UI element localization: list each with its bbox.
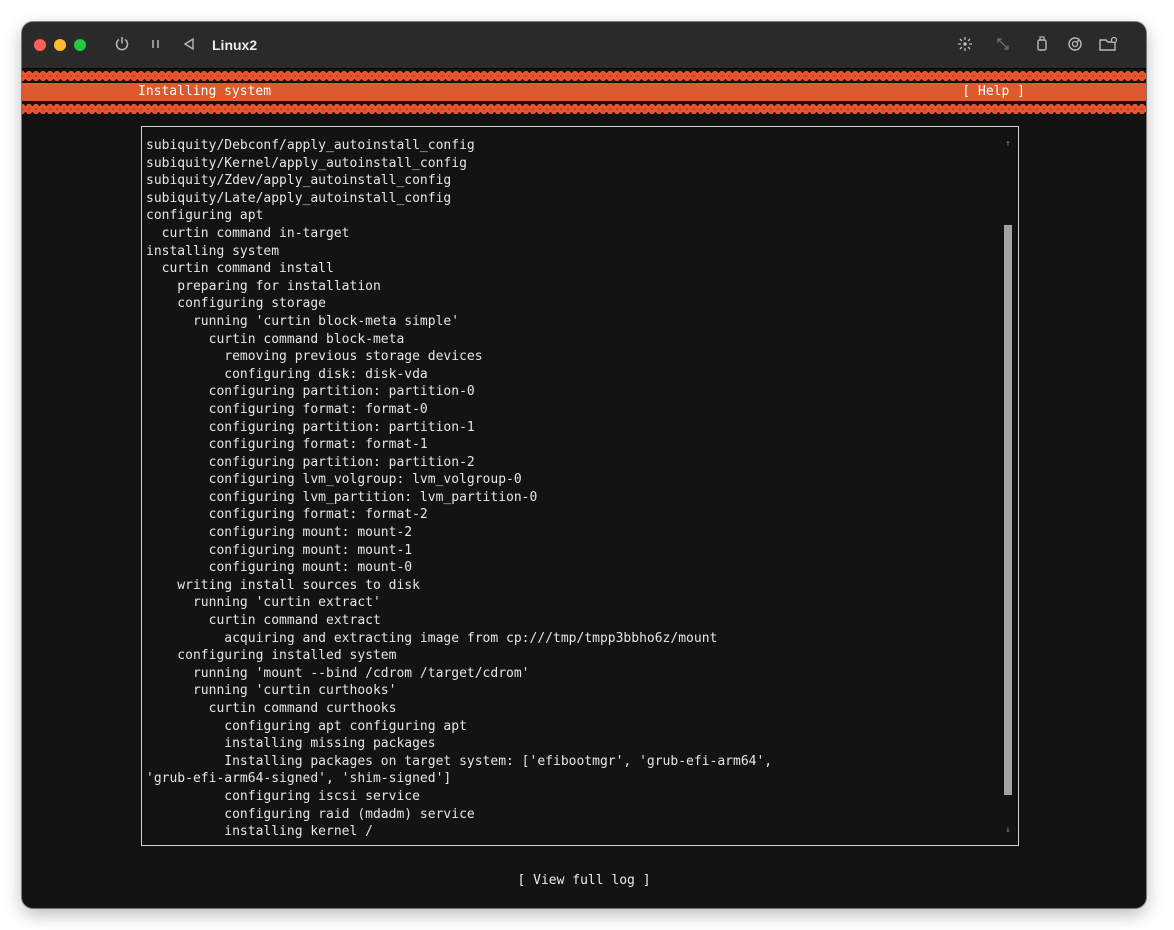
log-line: configuring mount: mount-0 [146,560,413,576]
log-line: installing kernel / [146,824,373,840]
title-bar: Linux2 [22,22,1146,69]
log-line: curtin command extract [146,613,381,629]
log-line: configuring raid (mdadm) service [146,806,475,822]
log-line: configuring lvm_partition: lvm_partition… [146,489,538,505]
log-line: installing missing packages [146,736,436,752]
log-line: configuring lvm_volgroup: lvm_volgroup-0 [146,472,522,488]
page-title: Installing system [138,84,272,99]
log-line: removing previous storage devices [146,349,483,365]
zoom-window-button[interactable] [74,39,86,51]
install-log-list: subiquity/Debconf/apply_autoinstall_conf… [146,137,986,841]
log-line: configuring apt configuring apt [146,718,467,734]
close-window-button[interactable] [34,39,46,51]
usb-icon[interactable] [1035,35,1049,58]
log-line: preparing for installation [146,278,381,294]
window-title: Linux2 [212,37,258,53]
log-line: running 'mount --bind /cdrom /target/cdr… [146,665,530,681]
brightness-icon[interactable] [956,35,974,58]
log-line: configuring format: format-1 [146,437,428,453]
log-line: configuring disk: disk-vda [146,366,428,382]
scrollbar-thumb[interactable] [1004,225,1012,795]
log-line: subiquity/Zdev/apply_autoinstall_config [146,173,452,189]
log-line: running 'curtin block-meta simple' [146,313,460,329]
log-line: subiquity/Kernel/apply_autoinstall_confi… [146,155,467,171]
scroll-up-arrow-icon[interactable]: ↑ [1004,139,1012,149]
vm-window: Linux2 Installing system [ Help ] subiqu… [22,22,1146,908]
pause-icon[interactable] [150,35,162,58]
log-line: configuring storage [146,296,327,312]
resize-icon[interactable] [994,35,1012,58]
scrollbar-track[interactable] [1004,153,1012,825]
log-line: configuring partition: partition-0 [146,384,475,400]
log-line: installing system [146,243,280,259]
view-full-log-button[interactable]: [ View full log ] [22,872,1146,890]
power-icon[interactable] [114,35,130,58]
log-line: configuring iscsi service [146,788,420,804]
log-line: curtin command install [146,261,334,277]
minimize-window-button[interactable] [54,39,66,51]
log-line: curtin command block-meta [146,331,405,347]
log-line: configuring format: format-0 [146,401,428,417]
install-log-panel[interactable]: subiquity/Debconf/apply_autoinstall_conf… [141,126,1019,846]
scroll-down-arrow-icon[interactable]: ↓ [1004,825,1012,835]
log-line: curtin command in-target [146,225,350,241]
log-line: curtin command curthooks [146,701,397,716]
log-line: running 'curtin extract' [146,595,381,611]
network-icon[interactable] [1066,35,1084,58]
log-line: writing install sources to disk [146,577,420,593]
back-icon[interactable] [182,35,196,58]
header-decoration-bottom [22,104,1146,114]
log-line: running 'curtin curthooks' [146,683,397,699]
log-line: acquiring and extracting image from cp:/… [146,630,718,646]
log-line: configuring mount: mount-2 [146,525,413,541]
log-line: configuring format: format-2 [146,507,428,523]
folder-icon[interactable] [1098,35,1118,58]
log-line: configuring partition: partition-2 [146,454,475,470]
help-button[interactable]: [ Help ] [962,84,1025,100]
log-line: configuring partition: partition-1 [146,419,475,435]
terminal-screen: Installing system [ Help ] subiquity/Deb… [22,69,1146,908]
log-line: configuring installed system [146,648,397,664]
log-line: subiquity/Late/apply_autoinstall_config [146,190,452,206]
log-line: configuring mount: mount-1 [146,542,413,558]
header-decoration-top [22,71,1146,81]
log-line: subiquity/Debconf/apply_autoinstall_conf… [146,138,475,153]
log-line: 'grub-efi-arm64-signed', 'shim-signed'] [146,771,452,787]
log-line: Installing packages on target system: ['… [146,753,773,769]
header-bar: Installing system [ Help ] [22,83,1146,101]
log-line: configuring apt [146,208,264,224]
